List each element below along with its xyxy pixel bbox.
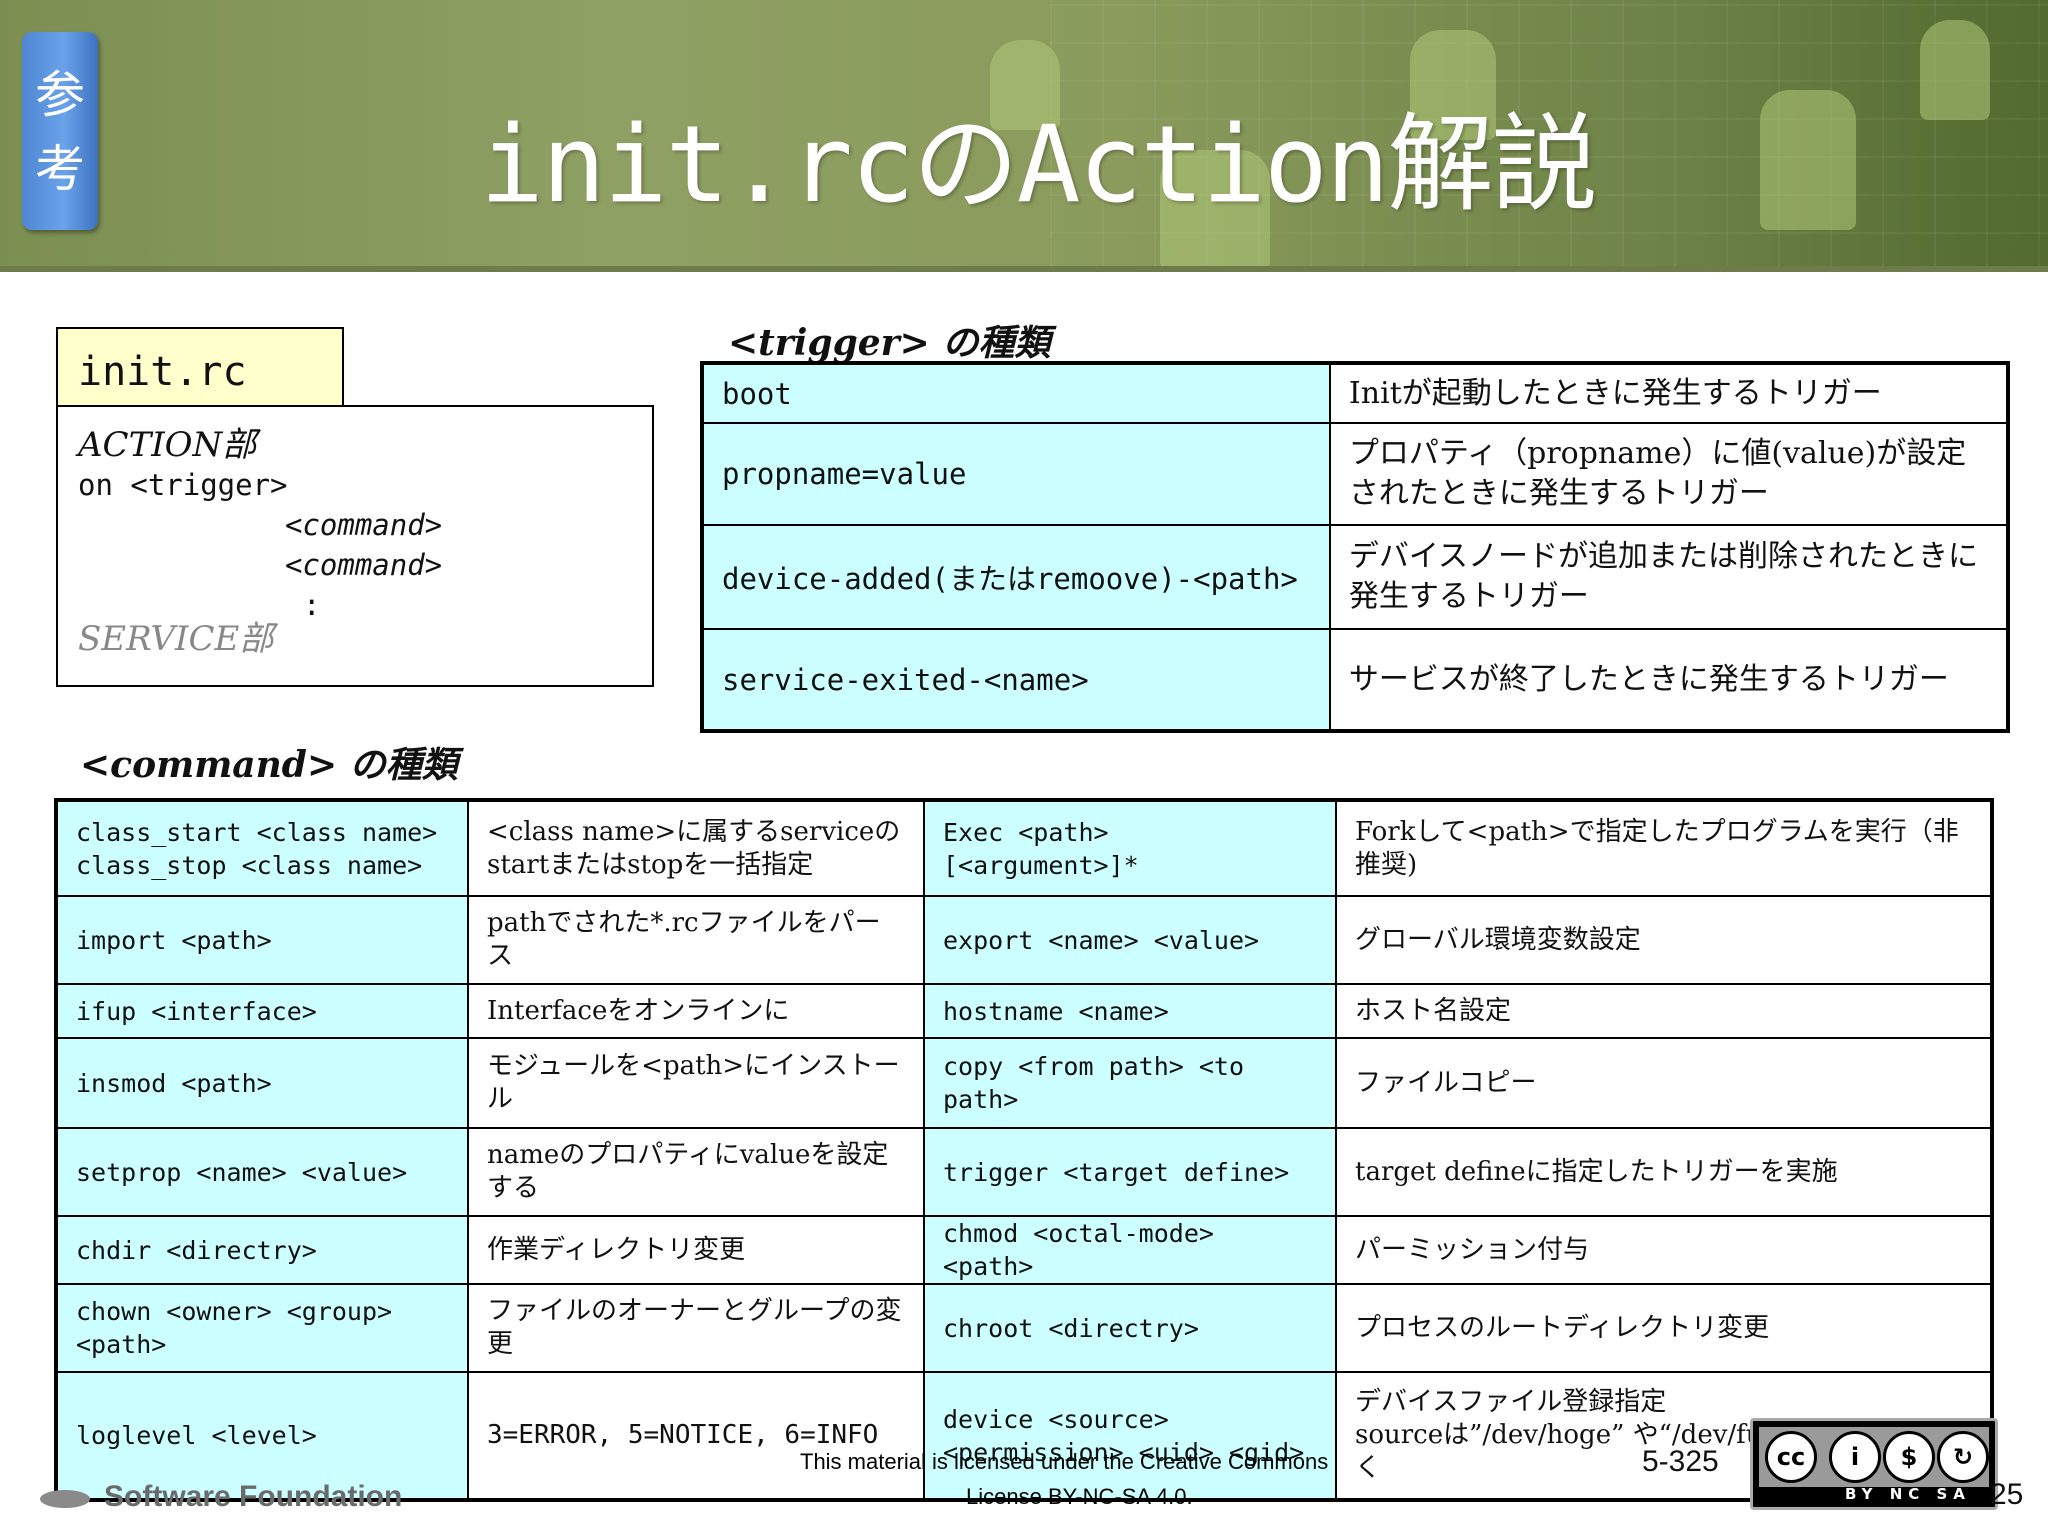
command-desc: target defineに指定したトリガーを実施	[1335, 1127, 1993, 1217]
sharealike-icon: ↻	[1937, 1431, 1989, 1483]
command-desc: パーミッション付与	[1335, 1215, 1993, 1285]
init-rc-box: ACTION部 on <trigger> <command> <command>…	[56, 405, 654, 687]
command-desc: ファイルのオーナーとグループの変更	[467, 1283, 925, 1373]
command-desc: 作業ディレクトリ変更	[467, 1215, 925, 1285]
table-row: import <path> pathでされた*.rcファイルをパース expor…	[55, 895, 1993, 985]
table-row: boot Initが起動したときに発生するトリガー	[701, 362, 2010, 424]
logo-mark-icon	[40, 1490, 90, 1508]
command-desc: モジュールを<path>にインストール	[467, 1037, 925, 1129]
command-caption: <command> の種類	[80, 744, 458, 786]
command-desc: pathでされた*.rcファイルをパース	[467, 895, 925, 985]
trigger-key: service-exited-<name>	[701, 628, 1331, 732]
command-key: trigger <target define>	[923, 1127, 1337, 1217]
table-row: setprop <name> <value> nameのプロパティにvalueを…	[55, 1127, 1993, 1217]
command-key: copy <from path> <to path>	[923, 1037, 1337, 1129]
table-row: insmod <path> モジュールを<path>にインストール copy <…	[55, 1037, 1993, 1129]
trigger-desc: Initが起動したときに発生するトリガー	[1328, 362, 2010, 424]
attribution-icon: i	[1829, 1431, 1881, 1483]
command-key-line: class_start <class name>	[76, 817, 438, 847]
command-key: insmod <path>	[55, 1037, 469, 1129]
trigger-desc: デバイスノードが追加または削除されたときに発生するトリガー	[1328, 524, 2010, 630]
page-number: 5-325	[1642, 1445, 1719, 1478]
command-desc: プロセスのルートディレクトリ変更	[1335, 1283, 1993, 1373]
command-key: hostname <name>	[923, 983, 1337, 1039]
command-desc: ファイルコピー	[1335, 1037, 1993, 1129]
page-number-corner: 25	[1990, 1478, 2024, 1511]
command-key: device <source> <permission> <uid> <gid>	[923, 1371, 1337, 1501]
table-row: service-exited-<name> サービスが終了したときに発生するトリ…	[701, 628, 2010, 732]
table-row: chown <owner> <group> <path> ファイルのオーナーとグ…	[55, 1283, 1993, 1373]
table-row: propname=value プロパティ（propname）に値(value)が…	[701, 422, 2010, 526]
on-trigger-line: on <trigger>	[78, 468, 288, 502]
table-row: class_start <class name> class_stop <cla…	[55, 799, 1993, 897]
cc-icon: cc	[1765, 1431, 1817, 1483]
command-key: chmod <octal-mode> <path>	[923, 1215, 1337, 1285]
service-heading: SERVICE部	[78, 619, 274, 659]
reference-badge: 参考	[22, 32, 98, 230]
ellipsis: :	[303, 588, 321, 622]
table-row: ifup <interface> Interfaceをオンラインに hostna…	[55, 983, 1993, 1039]
trigger-caption: <trigger> の種類	[728, 322, 1051, 364]
license-text: This material is licensed under the Crea…	[800, 1449, 1329, 1474]
command-desc: nameのプロパティにvalueを設定する	[467, 1127, 925, 1217]
trigger-key: device-added(またはremoove)-<path>	[701, 524, 1331, 630]
trigger-key: boot	[701, 362, 1331, 424]
command-desc: グローバル環境変数設定	[1335, 895, 1993, 985]
command-desc: Forkして<path>で指定したプログラムを実行（非推奨)	[1335, 799, 1993, 897]
software-foundation-logo: Software Foundation	[40, 1480, 402, 1516]
command-desc: 3=ERROR, 5=NOTICE, 6=INFO	[467, 1371, 925, 1501]
trigger-key: propname=value	[701, 422, 1331, 526]
android-figure-icon	[1760, 90, 1856, 230]
cc-badge-body: cc i $ ↻	[1759, 1427, 1989, 1487]
init-rc-tab: init.rc	[56, 327, 344, 405]
cc-label: BY NC SA	[1845, 1485, 1971, 1503]
creative-commons-badge: cc i $ ↻ BY NC SA	[1750, 1418, 1998, 1510]
logo-text: Software Foundation	[104, 1480, 403, 1513]
android-figure-icon	[1920, 20, 1990, 120]
command-line: <command>	[285, 508, 443, 542]
command-desc: ホスト名設定	[1335, 983, 1993, 1039]
command-key: export <name> <value>	[923, 895, 1337, 985]
trigger-desc: サービスが終了したときに発生するトリガー	[1328, 628, 2010, 732]
table-row: device-added(またはremoove)-<path> デバイスノードが…	[701, 524, 2010, 630]
command-key: class_start <class name> class_stop <cla…	[55, 799, 469, 897]
license-text: License BY-NC-SA 4.0.	[966, 1484, 1193, 1509]
command-desc: <class name>に属するserviceのstartまたはstopを一括指…	[467, 799, 925, 897]
command-key: chdir <directry>	[55, 1215, 469, 1285]
page-title: init.rcのAction解説	[480, 103, 1598, 226]
command-key-line: class_stop <class name>	[76, 850, 423, 880]
command-key: import <path>	[55, 895, 469, 985]
command-key: setprop <name> <value>	[55, 1127, 469, 1217]
command-line: <command>	[285, 548, 443, 582]
command-desc-line: デバイスファイル登録指定	[1355, 1387, 1667, 1417]
noncommercial-icon: $	[1883, 1431, 1935, 1483]
command-key: Exec <path> [<argument>]*	[923, 799, 1337, 897]
command-key: ifup <interface>	[55, 983, 469, 1039]
command-key: chown <owner> <group> <path>	[55, 1283, 469, 1373]
action-heading: ACTION部	[78, 425, 257, 465]
trigger-desc: プロパティ（propname）に値(value)が設定されたときに発生するトリガ…	[1328, 422, 2010, 526]
command-desc: Interfaceをオンラインに	[467, 983, 925, 1039]
command-key: chroot <directry>	[923, 1283, 1337, 1373]
command-table: class_start <class name> class_stop <cla…	[54, 798, 1994, 1502]
table-row: chdir <directry> 作業ディレクトリ変更 chmod <octal…	[55, 1215, 1993, 1285]
trigger-table: boot Initが起動したときに発生するトリガー propname=value…	[700, 361, 2010, 733]
